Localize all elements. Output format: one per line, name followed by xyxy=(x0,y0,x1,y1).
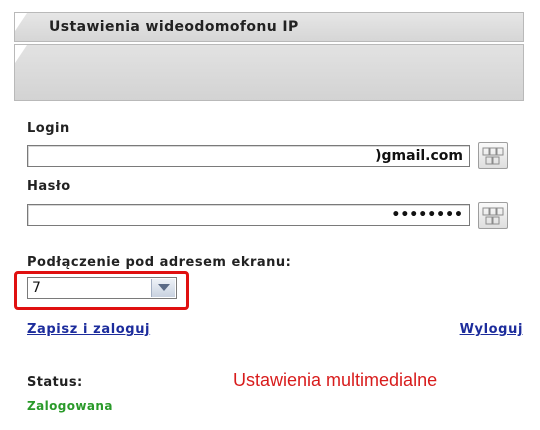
password-field[interactable]: •••••••• xyxy=(27,204,470,226)
annotation-label: Ustawienia multimedialne xyxy=(233,370,438,390)
corner-notch xyxy=(15,13,27,31)
header-subbar xyxy=(14,44,524,101)
screen-address-select[interactable]: 7 xyxy=(27,277,177,299)
corner-notch xyxy=(15,45,27,63)
logout-link[interactable]: Wyloguj xyxy=(460,322,523,337)
save-and-login-link[interactable]: Zapisz i zaloguj xyxy=(27,322,150,337)
login-field[interactable]: )gmail.com xyxy=(27,145,470,167)
keyboard-icon xyxy=(482,207,504,225)
keyboard-icon xyxy=(482,147,504,165)
connection-label: Podłączenie pod adresem ekranu: xyxy=(27,255,292,270)
password-keyboard-button[interactable] xyxy=(478,202,508,229)
chevron-down-icon xyxy=(158,284,170,291)
password-value: •••••••• xyxy=(391,207,463,223)
status-label: Status: xyxy=(27,375,83,390)
status-value: Zalogowana xyxy=(27,399,113,413)
page-title: Ustawienia wideodomofonu IP xyxy=(49,19,299,35)
login-label: Login xyxy=(27,121,70,136)
settings-header-bar: Ustawienia wideodomofonu IP xyxy=(14,12,524,42)
login-value: )gmail.com xyxy=(375,148,463,164)
password-label: Hasło xyxy=(27,179,71,194)
screen-address-value: 7 xyxy=(32,280,41,296)
select-arrow-button[interactable] xyxy=(151,279,175,297)
login-keyboard-button[interactable] xyxy=(478,142,508,169)
